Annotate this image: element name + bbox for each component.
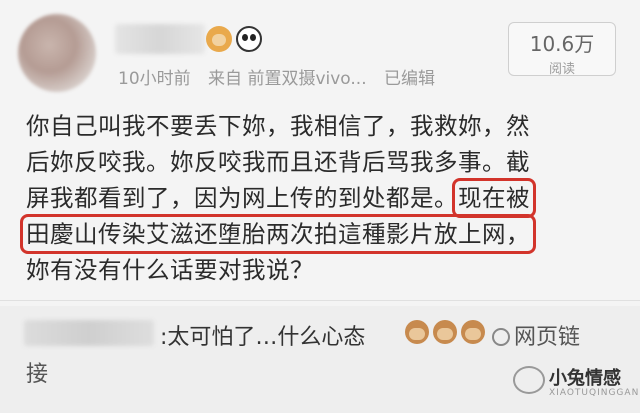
web-link-label: 网页链 (514, 325, 581, 350)
post-header: 10小时前 来自 前置双摄vivo... 已编辑 10.6万 阅读 (0, 0, 640, 110)
rabbit-logo-icon (513, 366, 545, 394)
monkey-emoji-icon (461, 320, 485, 344)
post-line: 田慶山传染艾滋还堕胎两次拍這種影片放上网， (20, 214, 616, 254)
post-line: 妳有没有什么话要对我说？ (26, 256, 314, 284)
divider (0, 300, 640, 301)
monkey-emoji-icon (433, 320, 457, 344)
panda-emoji-icon (236, 26, 262, 52)
post-source: 来自 前置双摄vivo... (208, 69, 367, 89)
read-count-badge: 10.6万 阅读 (508, 22, 616, 77)
comment-text: :太可怕了…什么心态 (160, 325, 366, 350)
link-icon (488, 324, 514, 350)
comment-emojis (405, 320, 489, 348)
avatar[interactable] (18, 14, 96, 92)
comment-username-blurred[interactable] (24, 320, 154, 346)
post-line: 后妳反咬我。妳反咬我而且还背后骂我多事。截 (26, 148, 530, 176)
username-blurred[interactable] (115, 24, 205, 54)
edited-label: 已编辑 (384, 69, 436, 89)
watermark-title: 小兔情感 (549, 368, 621, 389)
post-line: 屏我都看到了，因为网上传的到处都是。现在被 (26, 178, 616, 218)
post-line-text: 屏我都看到了，因为网上传的到处都是。 (26, 184, 458, 212)
watermark-subtitle: XIAOTUQINGGAN (549, 388, 640, 398)
highlighted-text: 田慶山传染艾滋还堕胎两次拍這種影片放上网， (20, 214, 536, 254)
comment-section: :太可怕了…什么心态 网页链 接 (0, 306, 640, 413)
post-line: 你自己叫我不要丢下妳，我相信了，我救妳，然 (26, 112, 530, 140)
highlighted-text: 现在被 (452, 178, 536, 218)
post-body: 你自己叫我不要丢下妳，我相信了，我救妳，然 后妳反咬我。妳反咬我而且还背后骂我多… (20, 108, 616, 288)
read-count: 10.6万 (529, 32, 595, 56)
post-meta: 10小时前 来自 前置双摄vivo... 已编辑 (118, 64, 447, 89)
web-link-continued[interactable]: 接 (26, 356, 48, 388)
read-label: 阅读 (548, 62, 575, 77)
web-link[interactable]: 网页链 (488, 319, 581, 351)
post-time: 10小时前 (118, 69, 191, 89)
monkey-emoji-icon (405, 320, 429, 344)
monkey-emoji-icon (206, 26, 232, 52)
